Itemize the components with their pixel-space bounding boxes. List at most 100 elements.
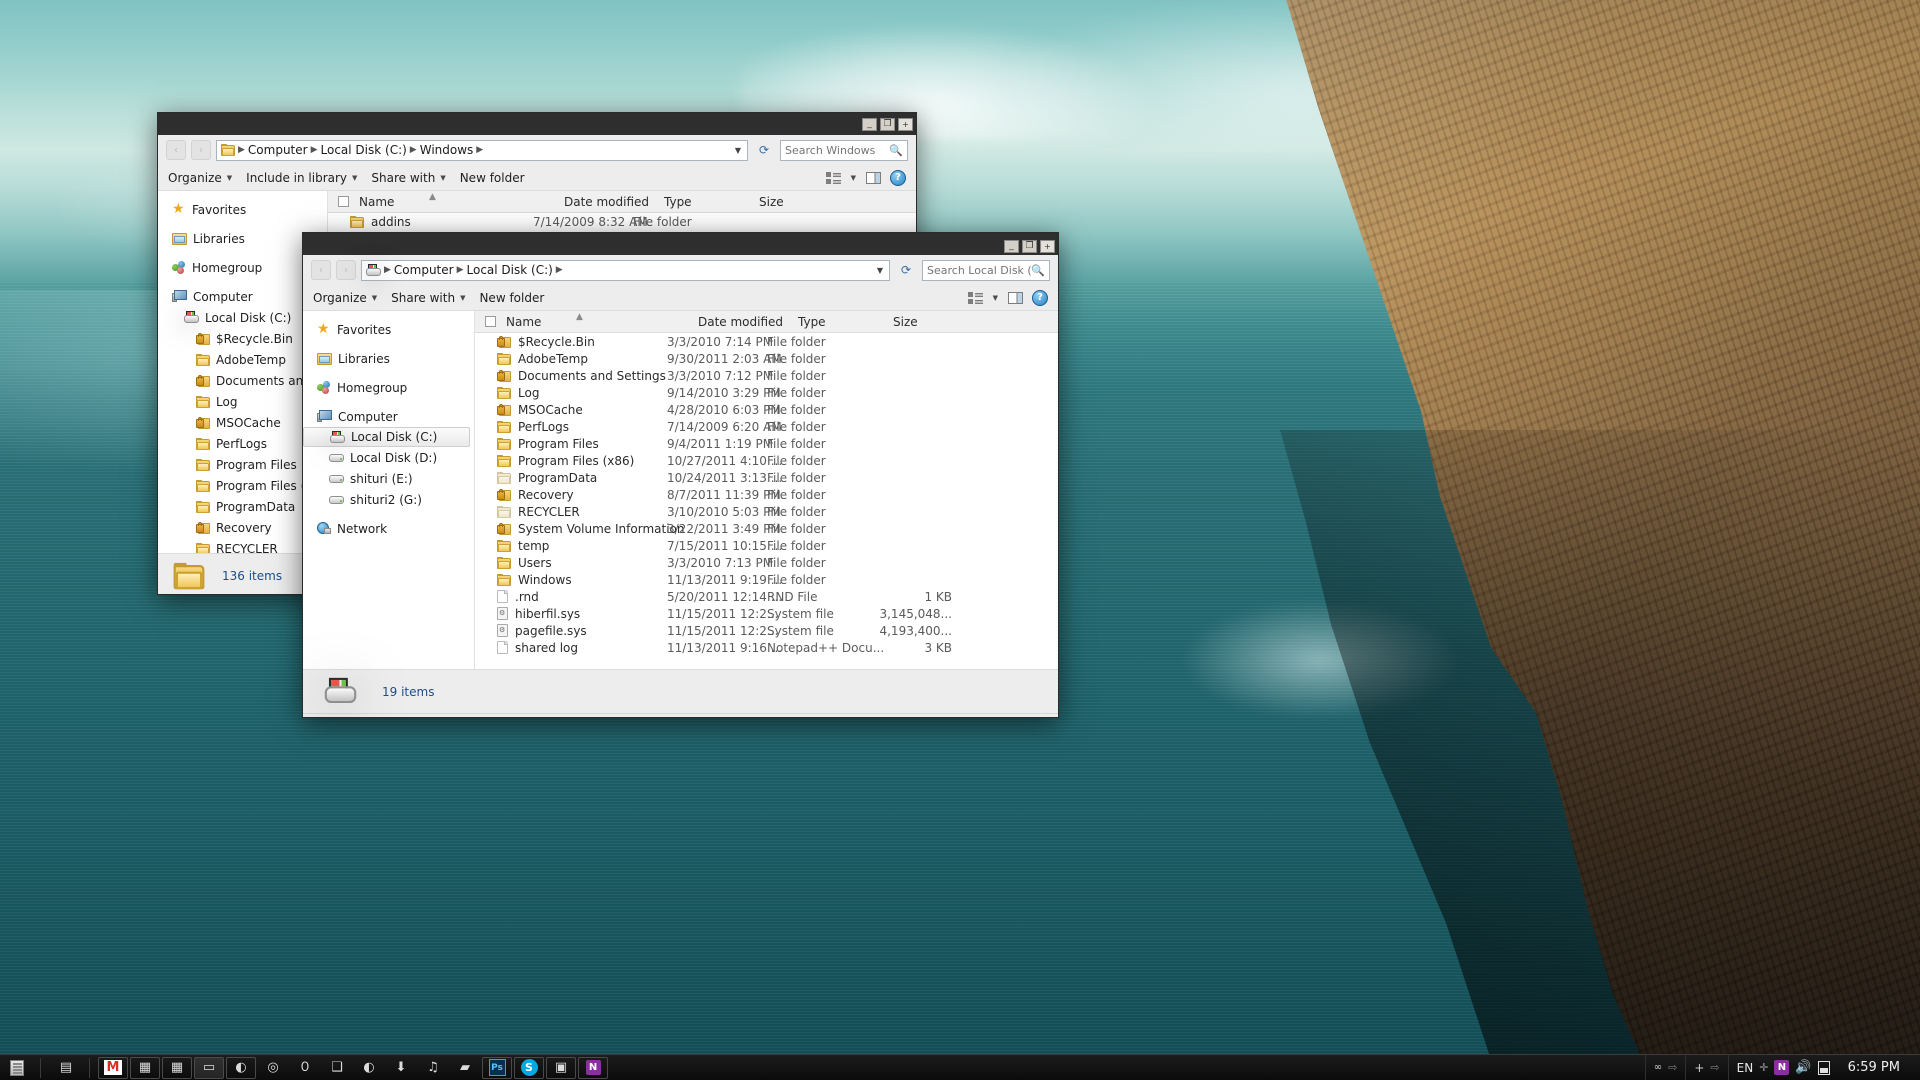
include-in-library-button[interactable]: Include in library ▼: [246, 171, 357, 185]
forward-button[interactable]: ›: [336, 260, 356, 280]
select-all-checkbox[interactable]: [338, 196, 349, 207]
tray-show-hidden-group[interactable]: + ⇨: [1685, 1054, 1727, 1080]
crosshair-icon[interactable]: ✛: [1759, 1061, 1768, 1074]
network-icon[interactable]: ∞: [1654, 1062, 1662, 1073]
taskbar-app-chrome[interactable]: ◎: [258, 1057, 288, 1079]
nav-pane-item-favorites[interactable]: ★ Favorites: [303, 319, 474, 340]
search-input[interactable]: [927, 263, 1032, 277]
breadcrumb-local-disk[interactable]: Local Disk (C:): [467, 263, 553, 277]
preview-pane-icon[interactable]: [1006, 290, 1024, 306]
breadcrumb-windows[interactable]: Windows: [420, 143, 474, 157]
table-row[interactable]: Program Files (x86) 10/27/2011 4:10 ... Fi…: [475, 452, 1058, 469]
bg-titlebar[interactable]: _ ❐ +: [158, 113, 916, 135]
taskbar-app-onenote[interactable]: N: [578, 1056, 608, 1079]
taskbar-app-skype[interactable]: S: [514, 1056, 544, 1079]
taskbar-app-gmail[interactable]: M: [98, 1056, 128, 1079]
table-row[interactable]: .rnd 5/20/2011 12:14 ... RND File 1 KB: [475, 588, 1058, 605]
maximize-button[interactable]: ❐: [1022, 239, 1037, 253]
taskbar-app-firefox[interactable]: ◐: [226, 1056, 256, 1079]
table-row[interactable]: Users 3/3/2010 7:13 PM File folder: [475, 554, 1058, 571]
search-icon[interactable]: 🔍: [889, 144, 903, 157]
table-row[interactable]: ProgramData 10/24/2011 3:13 ... File folde…: [475, 469, 1058, 486]
table-row[interactable]: Log 9/14/2010 3:29 PM File folder: [475, 384, 1058, 401]
organize-button[interactable]: Organize ▼: [313, 291, 377, 305]
table-row[interactable]: MSOCache 4/28/2010 6:03 PM File folder: [475, 401, 1058, 418]
taskbar-app-photoshop[interactable]: Ps: [482, 1056, 512, 1079]
fg-file-list-pane[interactable]: ▲ Name Date modified Type Size $Recycle.…: [475, 311, 1058, 669]
taskbar-clock[interactable]: 6:59 PM: [1838, 1060, 1912, 1075]
help-button[interactable]: ?: [1032, 289, 1048, 306]
forward-button[interactable]: ›: [191, 140, 211, 160]
table-row[interactable]: ⚙ hiberfil.sys 11/15/2011 12:2... System fi…: [475, 605, 1058, 622]
nav-pane-item-shituri2-g[interactable]: shituri2 (G:): [303, 489, 474, 510]
refresh-button[interactable]: ⟳: [895, 260, 917, 281]
column-header-date[interactable]: Date modified: [688, 315, 788, 329]
table-row[interactable]: AdobeTemp 9/30/2011 2:03 AM File folder: [475, 350, 1058, 367]
table-row[interactable]: shared log 11/13/2011 9:16 ... Notepad++ D…: [475, 639, 1058, 656]
taskbar-app-file-explorer[interactable]: ▭: [194, 1056, 224, 1079]
nav-pane-item-homegroup[interactable]: Homegroup: [303, 377, 474, 398]
chevron-down-icon[interactable]: ▼: [877, 266, 885, 275]
new-folder-button[interactable]: New folder: [479, 291, 544, 305]
nav-pane-item-network[interactable]: Network: [303, 518, 474, 539]
nav-pane-item-shituri-e[interactable]: shituri (E:): [303, 468, 474, 489]
column-header-date[interactable]: Date modified: [554, 195, 654, 209]
nav-pane-item-favorites[interactable]: ★ Favorites: [158, 199, 327, 220]
share-with-button[interactable]: Share with ▼: [391, 291, 465, 305]
taskbar-app-firefox-2[interactable]: ◐: [354, 1057, 384, 1079]
taskbar-app-download-manager[interactable]: ⬇: [386, 1057, 416, 1079]
start-button[interactable]: [0, 1055, 34, 1080]
table-row[interactable]: PerfLogs 7/14/2009 6:20 AM File folder: [475, 418, 1058, 435]
table-row[interactable]: Documents and Settings 3/3/2010 7:12 PM Fi…: [475, 367, 1058, 384]
table-row[interactable]: Program Files 9/4/2011 1:19 PM File folder: [475, 435, 1058, 452]
taskbar-app-powerpoint[interactable]: ▣: [546, 1056, 576, 1079]
refresh-button[interactable]: ⟳: [753, 140, 775, 161]
volume-icon[interactable]: 🔊: [1795, 1060, 1811, 1075]
tray-arrow-icon[interactable]: ⇨: [1668, 1061, 1677, 1074]
taskbar-app-reader[interactable]: ❑: [322, 1057, 352, 1079]
maximize-button[interactable]: ❐: [880, 117, 895, 131]
search-box[interactable]: 🔍: [922, 259, 1050, 281]
taskbar-app-notes-blue[interactable]: ▦: [130, 1056, 160, 1079]
table-row[interactable]: $Recycle.Bin 3/3/2010 7:14 PM File folder: [475, 333, 1058, 350]
preview-pane-icon[interactable]: [864, 170, 882, 186]
back-button[interactable]: ‹: [311, 260, 331, 280]
breadcrumb-computer[interactable]: Computer: [248, 143, 308, 157]
nav-pane-item-libraries[interactable]: Libraries: [303, 348, 474, 369]
fg-titlebar[interactable]: _ ❐ +: [303, 237, 1058, 255]
chevron-down-icon[interactable]: ▼: [851, 174, 856, 182]
extra-button[interactable]: +: [898, 117, 913, 131]
column-header-type[interactable]: Type: [788, 315, 883, 329]
address-bar[interactable]: ▶ Computer ▶ Local Disk (C:) ▶ ▼: [361, 259, 890, 281]
tray-network-group[interactable]: ∞ ⇨: [1644, 1054, 1686, 1080]
onenote-tray-icon[interactable]: N: [1774, 1060, 1790, 1075]
extra-button[interactable]: +: [1040, 239, 1055, 253]
language-indicator[interactable]: EN: [1737, 1061, 1754, 1075]
help-button[interactable]: ?: [890, 169, 906, 186]
plus-icon[interactable]: +: [1694, 1061, 1704, 1075]
table-row[interactable]: ⚙ pagefile.sys 11/15/2011 12:2... System fi…: [475, 622, 1058, 639]
nav-pane-item-local-disk-d[interactable]: Local Disk (D:): [303, 447, 474, 468]
minimize-button[interactable]: _: [1004, 239, 1019, 253]
taskbar[interactable]: ▤ M ▦ ▦ ▭ ◐ ◎ ０ ❑ ◐ ⬇ ♫ ▰ Ps S ▣ N ∞ ⇨ + ⇨ EN ✛ N 🔊 6:59…: [0, 1054, 1920, 1080]
search-icon[interactable]: 🔍: [1031, 264, 1045, 277]
table-row[interactable]: System Volume Information 3/22/2011 3:49 …: [475, 520, 1058, 537]
view-mode-icon[interactable]: [825, 170, 843, 186]
table-row[interactable]: addins 7/14/2009 8:32 AM File folder: [328, 213, 916, 230]
taskbar-app-opera[interactable]: ０: [290, 1057, 320, 1079]
column-header-type[interactable]: Type: [654, 195, 749, 209]
table-row[interactable]: temp 7/15/2011 10:15 ... File folder: [475, 537, 1058, 554]
system-tray[interactable]: ∞ ⇨ + ⇨ EN ✛ N 🔊 6:59 PM: [1644, 1054, 1920, 1080]
taskbar-app-file-manager-pinned[interactable]: ▤: [51, 1057, 81, 1079]
tray-arrow-icon[interactable]: ⇨: [1710, 1061, 1719, 1074]
battery-icon[interactable]: [1817, 1060, 1830, 1075]
column-header-name[interactable]: ▲ Name: [496, 312, 688, 329]
address-bar[interactable]: ▶ Computer ▶ Local Disk (C:) ▶ Windows ▶…: [216, 139, 748, 161]
breadcrumb-computer[interactable]: Computer: [394, 263, 454, 277]
tray-language-group[interactable]: EN ✛ N 🔊: [1727, 1054, 1838, 1080]
table-row[interactable]: RECYCLER 3/10/2010 5:03 PM File folder: [475, 503, 1058, 520]
taskbar-app-media-player[interactable]: ▰: [450, 1057, 480, 1079]
column-header-size[interactable]: Size: [749, 195, 839, 209]
table-row[interactable]: Windows 11/13/2011 9:19 ... File folder: [475, 571, 1058, 588]
search-box[interactable]: 🔍: [780, 139, 908, 161]
